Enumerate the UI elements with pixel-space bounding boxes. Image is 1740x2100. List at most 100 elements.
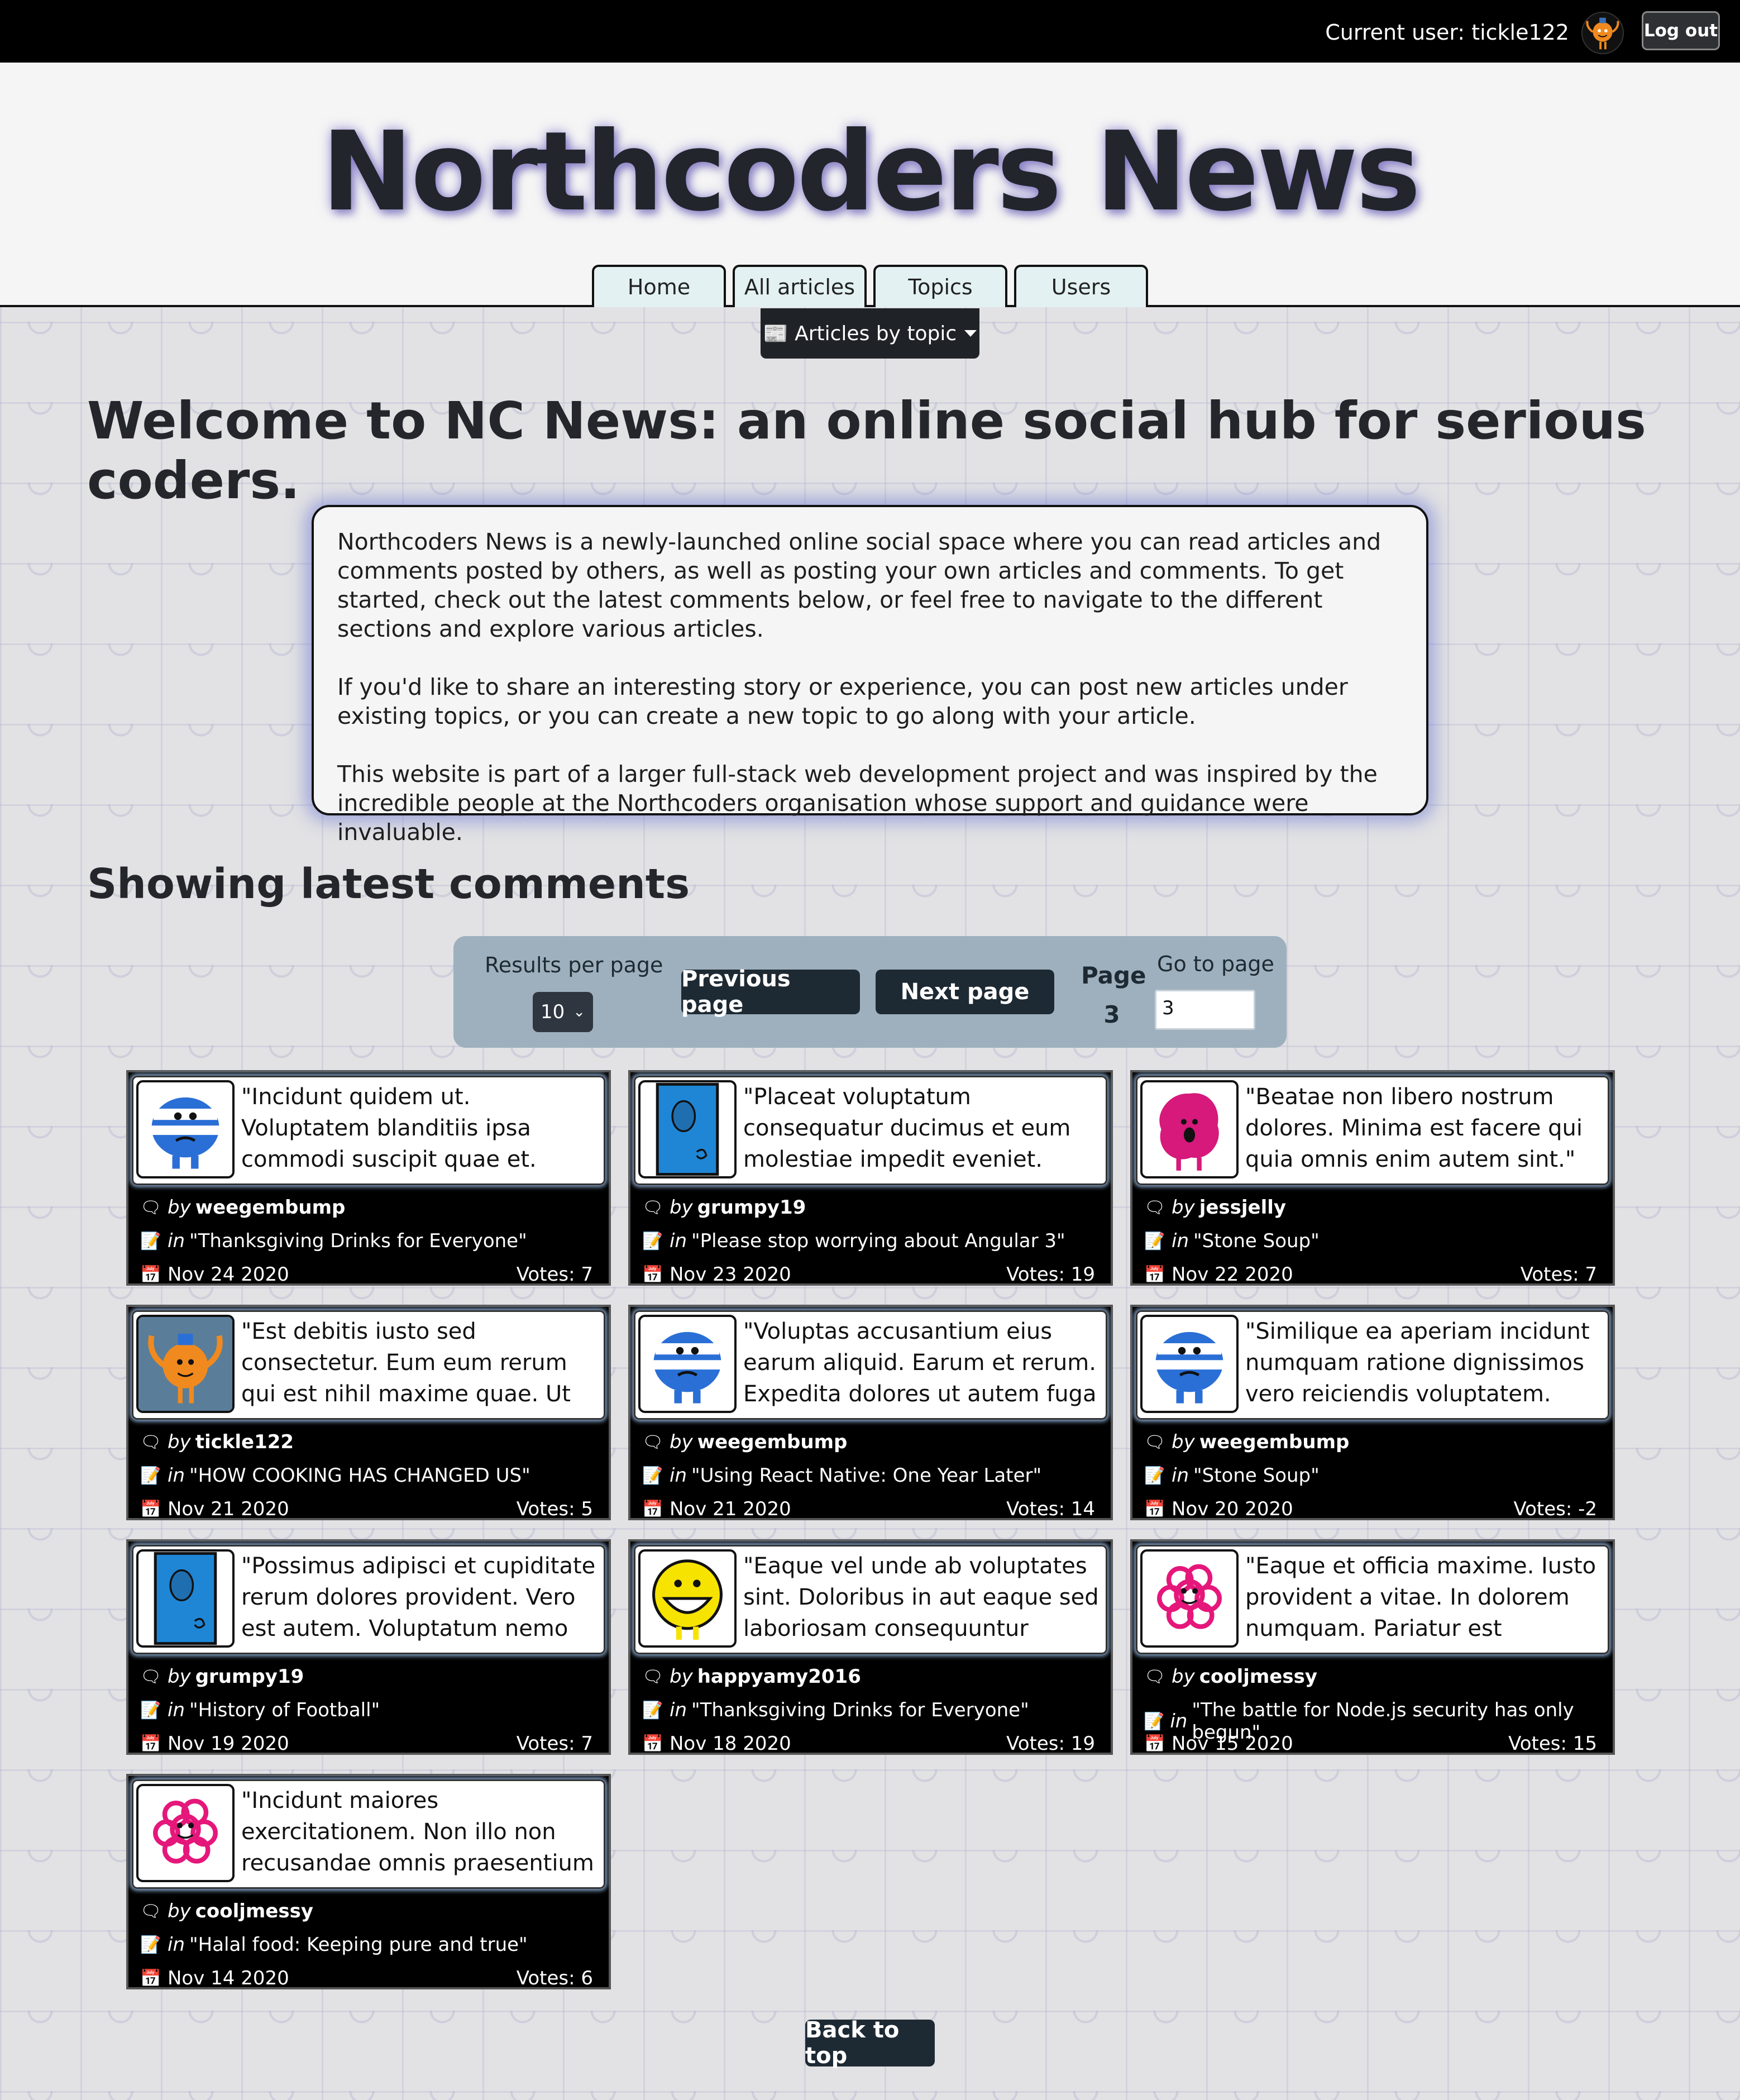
- author-avatar[interactable]: [136, 1549, 235, 1648]
- speech-bubble-icon: 🗨: [642, 1667, 664, 1687]
- comment-article-title[interactable]: "Stone Soup": [1193, 1230, 1320, 1252]
- comment-article-title[interactable]: "Please stop worrying about Angular 3": [691, 1230, 1065, 1252]
- comment-date-row: 📅 Nov 21 2020 Votes: 5: [140, 1498, 593, 1520]
- comment-card[interactable]: "Eaque et officia maxime. Iusto providen…: [1130, 1539, 1615, 1755]
- comment-author[interactable]: jessjelly: [1199, 1196, 1286, 1219]
- comment-article-title[interactable]: "History of Football": [189, 1699, 380, 1721]
- nav-tab-home[interactable]: Home: [592, 265, 726, 307]
- comment-votes: Votes: 19: [1006, 1732, 1095, 1755]
- by-label: by: [168, 1196, 191, 1219]
- articles-by-topic-dropdown[interactable]: 📰 Articles by topic: [761, 308, 979, 359]
- comment-article-row: 📝 in "Stone Soup": [1144, 1230, 1597, 1252]
- calendar-icon: 📅: [140, 1499, 161, 1519]
- intro-paragraph: Northcoders News is a newly-launched onl…: [337, 528, 1382, 642]
- comment-snippet: "Similique ea aperiam incidunt numquam r…: [1245, 1319, 1590, 1407]
- comment-card[interactable]: "Beatae non libero nostrum dolores. Mini…: [1130, 1070, 1615, 1286]
- speech-bubble-icon: 🗨: [1144, 1197, 1166, 1218]
- nav-tab-all-articles[interactable]: All articles: [733, 265, 867, 307]
- comment-article-title[interactable]: "Thanksgiving Drinks for Everyone": [691, 1699, 1029, 1721]
- comment-card[interactable]: "Eaque vel unde ab voluptates sint. Dolo…: [628, 1539, 1113, 1755]
- speech-bubble-icon: 🗨: [140, 1667, 162, 1687]
- comment-card[interactable]: "Placeat voluptatum consequatur ducimus …: [628, 1070, 1113, 1286]
- comment-article-title[interactable]: "Thanksgiving Drinks for Everyone": [189, 1230, 527, 1252]
- comment-article-title[interactable]: "Stone Soup": [1193, 1464, 1320, 1487]
- back-to-top-button[interactable]: Back to top: [805, 2017, 935, 2069]
- comment-votes: Votes: 7: [1520, 1263, 1597, 1286]
- author-avatar[interactable]: [638, 1080, 737, 1178]
- comment-card[interactable]: "Incidunt maiores exercitationem. Non il…: [126, 1774, 611, 1989]
- main-nav: Home All articles Topics Users: [592, 265, 1148, 307]
- go-to-page-label: Go to page: [1157, 952, 1274, 976]
- in-label: in: [168, 1464, 185, 1487]
- pagination-bar: Results per page 10 ⌄ Previous page Next…: [453, 936, 1287, 1048]
- comment-snippet: "Est debitis iusto sed consectetur. Eum …: [241, 1319, 571, 1407]
- comment-snippet: "Eaque vel unde ab voluptates sint. Dolo…: [743, 1553, 1099, 1641]
- comment-votes: Votes: 7: [516, 1732, 593, 1755]
- comment-votes: Votes: -2: [1513, 1498, 1597, 1520]
- page-heading: Welcome to NC News: an online social hub…: [87, 391, 1646, 510]
- next-page-button[interactable]: Next page: [876, 970, 1054, 1014]
- results-per-page-select[interactable]: 10 ⌄: [533, 992, 593, 1032]
- comment-author[interactable]: grumpy19: [697, 1196, 806, 1219]
- calendar-icon: 📅: [642, 1264, 663, 1285]
- speech-bubble-icon: 🗨: [642, 1197, 664, 1218]
- comment-author[interactable]: weegembump: [195, 1196, 346, 1219]
- comment-date: Nov 21 2020: [670, 1498, 791, 1520]
- comment-author[interactable]: weegembump: [1199, 1431, 1350, 1453]
- comment-card[interactable]: "Voluptas accusantium eius earum aliquid…: [628, 1305, 1113, 1520]
- author-avatar[interactable]: [136, 1315, 235, 1413]
- nav-tab-topics[interactable]: Topics: [873, 265, 1007, 307]
- comment-card[interactable]: "Incidunt quidem ut. Voluptatem blanditi…: [126, 1070, 611, 1286]
- comment-article-row: 📝 in "Halal food: Keeping pure and true": [140, 1934, 593, 1956]
- author-avatar[interactable]: [1140, 1315, 1239, 1413]
- comment-date-row: 📅 Nov 18 2020 Votes: 19: [642, 1732, 1095, 1755]
- comment-votes: Votes: 19: [1006, 1263, 1095, 1286]
- comment-author[interactable]: cooljmessy: [195, 1900, 313, 1922]
- comment-author[interactable]: cooljmessy: [1199, 1665, 1317, 1688]
- in-label: in: [670, 1464, 687, 1487]
- comment-card-body: "Eaque et officia maxime. Iusto providen…: [1136, 1545, 1609, 1654]
- site-title[interactable]: Northcoders News: [0, 108, 1740, 236]
- comment-author[interactable]: happyamy2016: [697, 1665, 861, 1688]
- author-avatar[interactable]: [638, 1315, 737, 1413]
- author-avatar[interactable]: [638, 1549, 737, 1648]
- comment-card[interactable]: "Est debitis iusto sed consectetur. Eum …: [126, 1305, 611, 1520]
- speech-bubble-icon: 🗨: [642, 1432, 664, 1452]
- comment-author[interactable]: grumpy19: [195, 1665, 304, 1688]
- page-label: Page: [1081, 962, 1146, 989]
- comment-author[interactable]: tickle122: [195, 1431, 294, 1453]
- author-avatar[interactable]: [1140, 1080, 1239, 1178]
- author-avatar[interactable]: [136, 1784, 235, 1882]
- comment-card[interactable]: "Possimus adipisci et cupiditate rerum d…: [126, 1539, 611, 1755]
- user-avatar[interactable]: [1581, 11, 1624, 55]
- comment-snippet: "Voluptas accusantium eius earum aliquid…: [743, 1319, 1097, 1407]
- comment-author-row: 🗨 by grumpy19: [642, 1196, 1095, 1219]
- comment-card-body: "Beatae non libero nostrum dolores. Mini…: [1136, 1076, 1609, 1185]
- comment-article-title[interactable]: "HOW COOKING HAS CHANGED US": [189, 1464, 530, 1487]
- comment-snippet: "Beatae non libero nostrum dolores. Mini…: [1245, 1084, 1583, 1172]
- comment-votes: Votes: 7: [516, 1263, 593, 1286]
- memo-icon: 📝: [1144, 1711, 1165, 1731]
- previous-page-button[interactable]: Previous page: [681, 966, 860, 1018]
- comment-votes: Votes: 6: [516, 1967, 593, 1989]
- comment-votes: Votes: 15: [1508, 1732, 1597, 1755]
- comment-author[interactable]: weegembump: [697, 1431, 848, 1453]
- go-to-page-input[interactable]: 3: [1155, 990, 1255, 1030]
- speech-bubble-icon: 🗨: [1144, 1667, 1166, 1687]
- calendar-icon: 📅: [1144, 1264, 1165, 1285]
- comment-article-title[interactable]: "Halal food: Keeping pure and true": [189, 1934, 528, 1956]
- comment-author-row: 🗨 by happyamy2016: [642, 1665, 1095, 1688]
- memo-icon: 📝: [140, 1466, 161, 1486]
- comment-article-title[interactable]: "Using React Native: One Year Later": [691, 1464, 1041, 1487]
- comment-card[interactable]: "Similique ea aperiam incidunt numquam r…: [1130, 1305, 1615, 1520]
- nav-tab-users[interactable]: Users: [1014, 265, 1148, 307]
- memo-icon: 📝: [1144, 1466, 1165, 1486]
- intro-box: Northcoders News is a newly-launched onl…: [312, 505, 1428, 846]
- comment-cards: "Incidunt quidem ut. Voluptatem blanditi…: [126, 1070, 1615, 1989]
- author-avatar[interactable]: [1140, 1549, 1239, 1648]
- author-avatar[interactable]: [136, 1080, 235, 1178]
- logout-button[interactable]: Log out: [1642, 11, 1720, 50]
- by-label: by: [670, 1665, 693, 1688]
- comment-date: Nov 22 2020: [1172, 1263, 1293, 1286]
- comment-card-body: "Est debitis iusto sed consectetur. Eum …: [132, 1310, 605, 1420]
